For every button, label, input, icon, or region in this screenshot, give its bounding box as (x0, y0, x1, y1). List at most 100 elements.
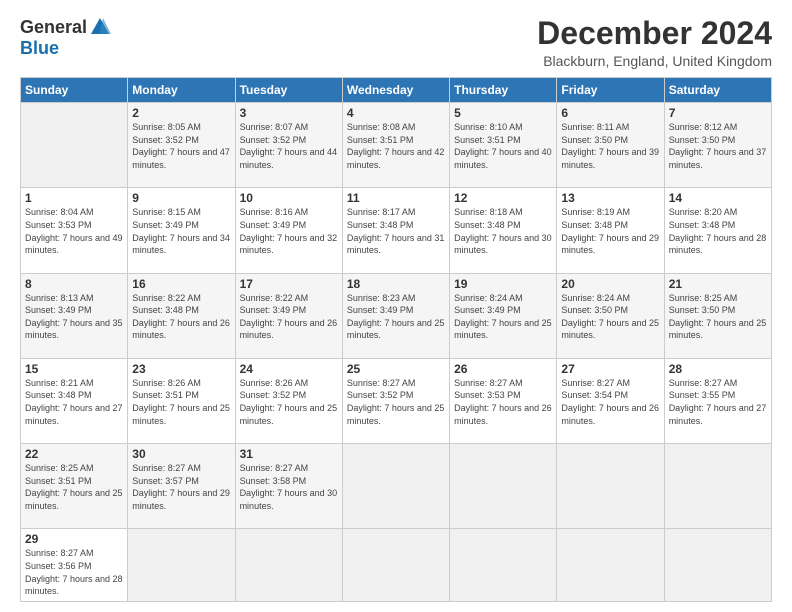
day-number: 1 (25, 191, 123, 205)
day-number: 2 (132, 106, 230, 120)
calendar-cell: 29Sunrise: 8:27 AMSunset: 3:56 PMDayligh… (21, 529, 128, 602)
day-info: Sunrise: 8:25 AMSunset: 3:50 PMDaylight:… (669, 292, 767, 342)
calendar-week-row: 8Sunrise: 8:13 AMSunset: 3:49 PMDaylight… (21, 273, 772, 358)
calendar-cell: 30Sunrise: 8:27 AMSunset: 3:57 PMDayligh… (128, 444, 235, 529)
day-number: 27 (561, 362, 659, 376)
calendar-cell (235, 529, 342, 602)
calendar-cell: 2Sunrise: 8:05 AMSunset: 3:52 PMDaylight… (128, 103, 235, 188)
col-header-monday: Monday (128, 78, 235, 103)
day-info: Sunrise: 8:27 AMSunset: 3:58 PMDaylight:… (240, 462, 338, 512)
day-number: 8 (25, 277, 123, 291)
day-info: Sunrise: 8:11 AMSunset: 3:50 PMDaylight:… (561, 121, 659, 171)
calendar-week-row: 22Sunrise: 8:25 AMSunset: 3:51 PMDayligh… (21, 444, 772, 529)
day-number: 6 (561, 106, 659, 120)
day-info: Sunrise: 8:27 AMSunset: 3:52 PMDaylight:… (347, 377, 445, 427)
day-number: 12 (454, 191, 552, 205)
location: Blackburn, England, United Kingdom (537, 53, 772, 69)
day-number: 17 (240, 277, 338, 291)
col-header-friday: Friday (557, 78, 664, 103)
day-info: Sunrise: 8:20 AMSunset: 3:48 PMDaylight:… (669, 206, 767, 256)
day-info: Sunrise: 8:27 AMSunset: 3:56 PMDaylight:… (25, 547, 123, 597)
page: General Blue December 2024 Blackburn, En… (0, 0, 792, 612)
calendar-week-row: 29Sunrise: 8:27 AMSunset: 3:56 PMDayligh… (21, 529, 772, 602)
calendar-cell (450, 529, 557, 602)
header: General Blue December 2024 Blackburn, En… (20, 16, 772, 69)
day-number: 3 (240, 106, 338, 120)
calendar-week-row: 15Sunrise: 8:21 AMSunset: 3:48 PMDayligh… (21, 358, 772, 443)
day-number: 25 (347, 362, 445, 376)
calendar-cell: 1Sunrise: 8:04 AMSunset: 3:53 PMDaylight… (21, 188, 128, 273)
day-info: Sunrise: 8:17 AMSunset: 3:48 PMDaylight:… (347, 206, 445, 256)
calendar-cell: 28Sunrise: 8:27 AMSunset: 3:55 PMDayligh… (664, 358, 771, 443)
day-info: Sunrise: 8:13 AMSunset: 3:49 PMDaylight:… (25, 292, 123, 342)
calendar-cell: 15Sunrise: 8:21 AMSunset: 3:48 PMDayligh… (21, 358, 128, 443)
day-info: Sunrise: 8:12 AMSunset: 3:50 PMDaylight:… (669, 121, 767, 171)
day-number: 28 (669, 362, 767, 376)
day-number: 14 (669, 191, 767, 205)
logo-general-text: General (20, 17, 87, 38)
day-info: Sunrise: 8:21 AMSunset: 3:48 PMDaylight:… (25, 377, 123, 427)
day-number: 16 (132, 277, 230, 291)
day-number: 23 (132, 362, 230, 376)
day-info: Sunrise: 8:22 AMSunset: 3:48 PMDaylight:… (132, 292, 230, 342)
calendar-cell: 12Sunrise: 8:18 AMSunset: 3:48 PMDayligh… (450, 188, 557, 273)
calendar-cell (664, 444, 771, 529)
calendar-cell: 20Sunrise: 8:24 AMSunset: 3:50 PMDayligh… (557, 273, 664, 358)
calendar-cell (21, 103, 128, 188)
day-number: 13 (561, 191, 659, 205)
calendar-cell: 18Sunrise: 8:23 AMSunset: 3:49 PMDayligh… (342, 273, 449, 358)
calendar-week-row: 2Sunrise: 8:05 AMSunset: 3:52 PMDaylight… (21, 103, 772, 188)
calendar-cell: 3Sunrise: 8:07 AMSunset: 3:52 PMDaylight… (235, 103, 342, 188)
calendar-cell (557, 529, 664, 602)
month-title: December 2024 (537, 16, 772, 51)
day-number: 29 (25, 532, 123, 546)
col-header-thursday: Thursday (450, 78, 557, 103)
logo-icon (89, 16, 111, 38)
calendar-header-row: Sunday Monday Tuesday Wednesday Thursday… (21, 78, 772, 103)
col-header-sunday: Sunday (21, 78, 128, 103)
day-info: Sunrise: 8:08 AMSunset: 3:51 PMDaylight:… (347, 121, 445, 171)
calendar-cell: 17Sunrise: 8:22 AMSunset: 3:49 PMDayligh… (235, 273, 342, 358)
title-block: December 2024 Blackburn, England, United… (537, 16, 772, 69)
calendar-cell: 9Sunrise: 8:15 AMSunset: 3:49 PMDaylight… (128, 188, 235, 273)
day-info: Sunrise: 8:16 AMSunset: 3:49 PMDaylight:… (240, 206, 338, 256)
day-info: Sunrise: 8:04 AMSunset: 3:53 PMDaylight:… (25, 206, 123, 256)
day-number: 24 (240, 362, 338, 376)
day-info: Sunrise: 8:26 AMSunset: 3:52 PMDaylight:… (240, 377, 338, 427)
day-info: Sunrise: 8:15 AMSunset: 3:49 PMDaylight:… (132, 206, 230, 256)
calendar-cell (342, 529, 449, 602)
col-header-saturday: Saturday (664, 78, 771, 103)
day-info: Sunrise: 8:25 AMSunset: 3:51 PMDaylight:… (25, 462, 123, 512)
day-number: 5 (454, 106, 552, 120)
day-number: 11 (347, 191, 445, 205)
col-header-wednesday: Wednesday (342, 78, 449, 103)
day-number: 19 (454, 277, 552, 291)
calendar-cell (664, 529, 771, 602)
day-number: 22 (25, 447, 123, 461)
day-number: 30 (132, 447, 230, 461)
day-number: 21 (669, 277, 767, 291)
calendar-cell: 31Sunrise: 8:27 AMSunset: 3:58 PMDayligh… (235, 444, 342, 529)
day-info: Sunrise: 8:26 AMSunset: 3:51 PMDaylight:… (132, 377, 230, 427)
calendar-cell (342, 444, 449, 529)
calendar-cell: 4Sunrise: 8:08 AMSunset: 3:51 PMDaylight… (342, 103, 449, 188)
day-number: 18 (347, 277, 445, 291)
day-number: 31 (240, 447, 338, 461)
day-info: Sunrise: 8:05 AMSunset: 3:52 PMDaylight:… (132, 121, 230, 171)
day-info: Sunrise: 8:27 AMSunset: 3:53 PMDaylight:… (454, 377, 552, 427)
calendar-cell: 22Sunrise: 8:25 AMSunset: 3:51 PMDayligh… (21, 444, 128, 529)
day-number: 7 (669, 106, 767, 120)
day-info: Sunrise: 8:24 AMSunset: 3:50 PMDaylight:… (561, 292, 659, 342)
calendar-cell: 24Sunrise: 8:26 AMSunset: 3:52 PMDayligh… (235, 358, 342, 443)
calendar-cell: 16Sunrise: 8:22 AMSunset: 3:48 PMDayligh… (128, 273, 235, 358)
day-number: 15 (25, 362, 123, 376)
calendar-cell: 14Sunrise: 8:20 AMSunset: 3:48 PMDayligh… (664, 188, 771, 273)
calendar-cell (450, 444, 557, 529)
calendar-cell (557, 444, 664, 529)
calendar-cell: 26Sunrise: 8:27 AMSunset: 3:53 PMDayligh… (450, 358, 557, 443)
calendar-cell: 25Sunrise: 8:27 AMSunset: 3:52 PMDayligh… (342, 358, 449, 443)
day-info: Sunrise: 8:10 AMSunset: 3:51 PMDaylight:… (454, 121, 552, 171)
calendar-cell: 11Sunrise: 8:17 AMSunset: 3:48 PMDayligh… (342, 188, 449, 273)
day-number: 20 (561, 277, 659, 291)
col-header-tuesday: Tuesday (235, 78, 342, 103)
